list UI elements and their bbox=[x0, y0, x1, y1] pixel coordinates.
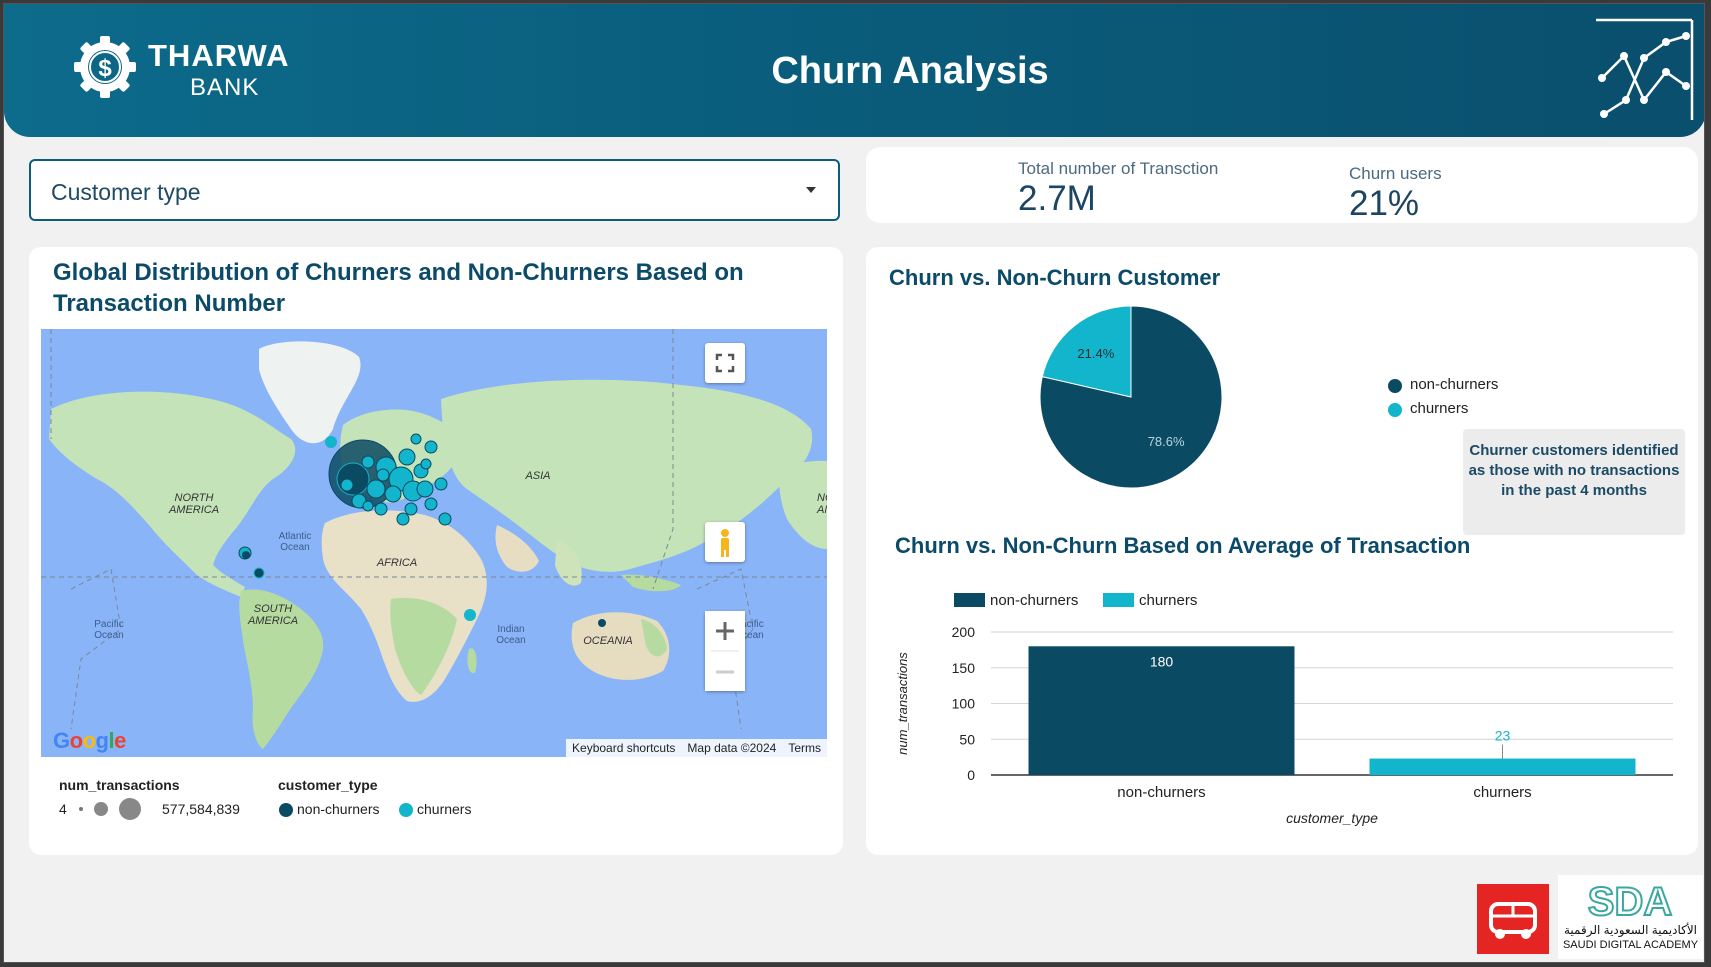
pie-legend-item-non-churners[interactable]: non-churners bbox=[1388, 375, 1498, 399]
non-churners-dot bbox=[279, 803, 293, 817]
label-na-right-2: AM bbox=[816, 504, 827, 516]
legend-swatch bbox=[1388, 403, 1402, 417]
charts-card: Churn vs. Non-Churn Customer 78.6% 21.4% … bbox=[866, 247, 1698, 855]
zoom-out-button[interactable] bbox=[705, 652, 745, 691]
pie-legend: non-churners churners bbox=[1388, 375, 1498, 423]
bar-chart-title: Churn vs. Non-Churn Based on Average of … bbox=[895, 533, 1471, 558]
color-legend-churners: churners bbox=[417, 801, 472, 817]
google-logo: Google bbox=[53, 728, 126, 753]
sda-arabic-name: الأكاديمية السعودية الرقمية bbox=[1563, 923, 1698, 937]
pie-legend-item-churners[interactable]: churners bbox=[1388, 399, 1498, 423]
map-legend: num_transactions 4 577,584,839 customer_… bbox=[59, 777, 819, 837]
pie-chart-title: Churn vs. Non-Churn Customer bbox=[889, 265, 1221, 290]
pie-legend-label: churners bbox=[1410, 400, 1469, 417]
sda-wordmark: SDA bbox=[1588, 880, 1672, 921]
transactions-kpi-label: Total number of Transction bbox=[1018, 159, 1219, 178]
legend-swatch bbox=[1388, 379, 1402, 393]
churn-kpi-label: Churn users bbox=[1349, 164, 1442, 183]
zoom-in-button[interactable] bbox=[705, 611, 745, 651]
label-oceania: OCEANIA bbox=[583, 635, 633, 647]
churn-kpi-value: 21% bbox=[1349, 184, 1420, 223]
dashboard: $ THARWA BANK Churn Analysis Customer ty… bbox=[3, 3, 1705, 963]
size-legend-title: num_transactions bbox=[59, 777, 180, 793]
fullscreen-icon bbox=[715, 353, 735, 373]
label-asia: ASIA bbox=[524, 470, 550, 482]
label-indian: Indian bbox=[497, 624, 524, 635]
pie-data-label: 78.6% bbox=[1148, 434, 1185, 449]
y-tick-label: 150 bbox=[952, 660, 976, 676]
keyboard-shortcuts-link[interactable]: Keyboard shortcuts bbox=[566, 741, 681, 755]
churners-dot bbox=[399, 803, 413, 817]
map-title: Global Distribution of Churners and Non-… bbox=[53, 259, 744, 317]
map-attribution: Keyboard shortcuts Map data ©2024 Terms bbox=[566, 739, 827, 757]
churn-definition-note: Churner customers identified as those wi… bbox=[1463, 429, 1685, 535]
label-na-right: NO bbox=[817, 492, 827, 504]
pie-chart[interactable]: 78.6% 21.4% bbox=[1031, 297, 1231, 497]
bus-icon bbox=[1489, 902, 1537, 939]
x-tick-label: non-churners bbox=[1117, 784, 1205, 801]
bar-chart[interactable]: 0 50 100 150 200 180 non-churners 23 churners cus… bbox=[881, 577, 1681, 852]
y-tick-label: 200 bbox=[952, 624, 976, 640]
y-tick-label: 100 bbox=[952, 696, 976, 712]
filter-label: Customer type bbox=[51, 179, 201, 205]
color-legend-non-churners: non-churners bbox=[297, 801, 380, 817]
bar-churners[interactable] bbox=[1369, 758, 1636, 775]
zoom-controls bbox=[705, 611, 745, 691]
fullscreen-button[interactable] bbox=[705, 343, 745, 383]
label-atlantic: Atlantic bbox=[279, 531, 312, 542]
y-axis-title: num_transactions bbox=[895, 652, 910, 755]
color-legend-title: customer_type bbox=[278, 777, 378, 793]
pie-legend-label: non-churners bbox=[1410, 376, 1499, 393]
label-south-america: SOUTH bbox=[254, 603, 293, 615]
pegman-icon bbox=[721, 529, 729, 557]
page-title: Churn Analysis bbox=[771, 50, 1049, 92]
y-tick-label: 50 bbox=[959, 731, 975, 747]
transactions-kpi-value: 2.7M bbox=[1018, 179, 1096, 218]
label-indian-2: Ocean bbox=[496, 635, 525, 646]
size-legend-min: 4 bbox=[59, 801, 67, 817]
line-chart-icon bbox=[1596, 18, 1694, 120]
bus-logo bbox=[1477, 884, 1549, 954]
x-axis-title: customer_type bbox=[1286, 810, 1378, 826]
label-south-america-2: AMERICA bbox=[247, 615, 298, 627]
kpi-card: Total number of Transction 2.7M Churn us… bbox=[866, 147, 1698, 223]
size-legend-max: 577,584,839 bbox=[162, 801, 240, 817]
label-pacific: Pacific bbox=[94, 619, 123, 630]
sda-english-name: SAUDI DIGITAL ACADEMY bbox=[1562, 939, 1699, 951]
chevron-down-icon[interactable] bbox=[806, 187, 816, 193]
bar-data-label: 180 bbox=[1150, 653, 1174, 669]
street-view-button[interactable] bbox=[705, 522, 745, 562]
label-atlantic-2: Ocean bbox=[280, 542, 309, 553]
bar-data-label: 23 bbox=[1495, 728, 1511, 744]
size-legend-bubbles bbox=[79, 798, 141, 820]
header-banner: $ THARWA BANK Churn Analysis bbox=[4, 4, 1704, 137]
x-tick-label: churners bbox=[1473, 784, 1531, 801]
y-tick-label: 0 bbox=[967, 767, 975, 783]
label-pacific-2: Ocean bbox=[94, 630, 123, 641]
label-africa: AFRICA bbox=[376, 557, 417, 569]
map-data-credit: Map data ©2024 bbox=[687, 741, 777, 755]
sda-logo: SDA الأكاديمية السعودية الرقمية SAUDI DI… bbox=[1558, 875, 1703, 959]
label-north-america: NORTH bbox=[175, 492, 214, 504]
map-card: Global Distribution of Churners and Non-… bbox=[29, 247, 843, 855]
terms-link[interactable]: Terms bbox=[782, 741, 827, 755]
sda-mark: SDA bbox=[1587, 879, 1673, 921]
pie-data-label: 21.4% bbox=[1077, 346, 1114, 361]
label-north-america-2: AMERICA bbox=[168, 504, 219, 516]
customer-type-filter[interactable]: Customer type bbox=[29, 159, 840, 221]
world-map[interactable]: NORTH AMERICA SOUTH AMERICA AFRICA ASIA … bbox=[41, 329, 827, 757]
